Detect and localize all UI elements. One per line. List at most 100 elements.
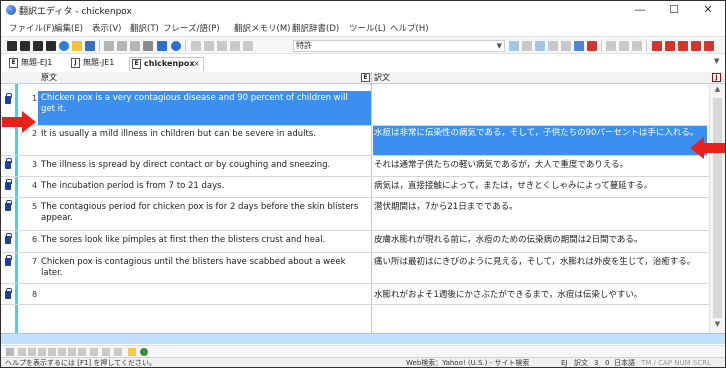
grid-icon[interactable] [90,348,98,356]
heart-icon[interactable] [587,41,597,51]
target-cell[interactable]: 水痘は非常に伝染性の病気である，そして，子供たちの90パーセントは手に入れる。 [374,128,709,139]
stop-icon[interactable] [243,41,253,51]
compare-icon[interactable] [68,348,76,356]
find-icon[interactable] [157,41,167,51]
web-search-icon[interactable] [665,41,675,51]
table-icon[interactable] [78,348,86,356]
lock-icon[interactable] [5,93,12,104]
menu-memory[interactable]: 翻訳メモリ(M) [234,22,290,34]
new-ej-icon[interactable] [7,41,17,51]
source-cell[interactable]: Chicken pox is contagious until the blis… [41,257,363,279]
ej-mode-icon[interactable] [128,348,136,356]
open-folder-icon[interactable] [72,41,82,51]
tab-untitled-je[interactable]: J 無題-JE1 [69,57,127,71]
menu-phrase[interactable]: フレーズ/語(P) [163,22,220,34]
menu-view[interactable]: 表示(V) [92,22,121,34]
panel-icon[interactable] [114,348,122,356]
paste-icon[interactable] [130,41,140,51]
refresh-icon[interactable] [140,348,148,356]
check-icon[interactable] [574,41,584,51]
target-cell[interactable]: 病気は，直接接触によって，または，せきとくしゃみによって蔓延する。 [374,181,709,192]
scroll-down-icon[interactable]: ▼ [710,320,725,332]
register-icon[interactable] [548,41,558,51]
cut-icon[interactable] [104,41,114,51]
row-number: 4 [31,181,38,190]
target-only-icon[interactable] [58,348,66,356]
lock-icon[interactable] [5,179,12,190]
help-icon[interactable] [171,41,181,51]
translate-sentence-icon[interactable] [217,41,227,51]
menu-help[interactable]: ヘルプ(H) [390,22,429,34]
layout-v-icon[interactable] [38,348,46,356]
tab-chickenpox[interactable]: E chickenpox × [129,57,204,71]
lock-icon[interactable] [5,255,12,266]
source-only-icon[interactable] [48,348,56,356]
book-icon[interactable] [678,41,688,51]
key-indicators: TM / CAP NUM SCRL [641,359,711,367]
source-cell[interactable]: Chicken pox is a very contagious disease… [41,93,363,115]
minimize-button[interactable]: — [623,1,657,19]
source-cell[interactable]: The incubation period is from 7 to 21 da… [41,181,363,192]
menu-translate[interactable]: 翻訳(T) [130,22,159,34]
source-cell[interactable]: The sores look like pimples at first the… [41,235,363,246]
lock-icon[interactable] [5,158,12,169]
list-icon[interactable] [102,348,110,356]
web-dict-icon[interactable] [652,41,662,51]
row-number: 6 [31,235,38,244]
target-cell[interactable]: 皮膚水膨れが現れる前に，水痘のための伝染病の期間は2日間である。 [374,235,709,246]
lock-icon[interactable] [5,288,12,299]
tab-label: chickenpox [144,59,195,68]
warning-icon[interactable] [6,348,14,356]
mode-indicator: EJ [561,359,568,367]
copy-icon[interactable] [117,41,127,51]
lock-icon[interactable] [5,233,12,244]
prev-sentence-icon[interactable] [191,41,201,51]
layout-h-icon[interactable] [28,348,36,356]
horizontal-scrollbar[interactable] [1,333,725,344]
new-je-icon[interactable] [20,41,30,51]
user-dict-icon[interactable] [522,41,532,51]
translate-ej-icon[interactable] [33,41,43,51]
translation-grid: 原文 E 訳文 J 1 Chicken pox is a very contag… [1,72,725,344]
row-number: 3 [31,160,38,169]
menu-edit[interactable]: 編集(E) [54,22,83,34]
source-cell[interactable]: The illness is spread by direct contact … [41,160,363,171]
maximize-button[interactable]: ☐ [657,1,691,19]
source-cell[interactable]: It is usually a mild illness in children… [41,129,363,140]
undo-icon[interactable] [143,41,153,51]
menu-tools[interactable]: ツール(L) [349,22,386,34]
translate-je-icon[interactable] [46,41,56,51]
align-icon[interactable] [561,41,571,51]
target-cell[interactable]: それは通常子供たちの軽い病気であるが，大人で重度でありえる。 [374,160,709,171]
menu-file[interactable]: ファイル(F) [9,22,55,34]
dictionary-icon[interactable] [509,41,519,51]
target-cell[interactable]: 痛い所は最初はにきびのように見える，そして，水膨れは外皮を生じて，治癒する。 [374,257,709,268]
close-button[interactable]: ✕ [691,1,725,19]
scrollbar-thumb[interactable] [713,98,722,318]
person-icon[interactable] [691,41,701,51]
target-cell[interactable]: 水膨れがおよそ1週後にかさぶたができるまで，水痘は伝染しやすい。 [374,290,709,301]
options-icon[interactable] [704,41,714,51]
memory-icon[interactable] [535,41,545,51]
layout-icon[interactable] [619,41,629,51]
globe-icon[interactable] [59,41,69,51]
source-cell[interactable]: The contagious period for chicken pox is… [41,202,363,224]
save-icon[interactable] [85,41,95,51]
lock-icon[interactable] [5,200,12,211]
next-sentence-icon[interactable] [204,41,214,51]
split-icon[interactable] [18,348,26,356]
scroll-up-icon[interactable]: ▲ [710,85,725,97]
arrow-left-icon [690,137,725,159]
tabs-dropdown-icon[interactable]: ▼ [714,57,719,65]
window-icon[interactable] [632,41,642,51]
vertical-scrollbar[interactable]: ▲ ▼ [709,84,725,333]
tab-untitled-ej[interactable]: E 無題-EJ1 [7,57,67,71]
dictionary-select[interactable]: 特許 ▼ [293,40,505,52]
target-cell[interactable]: 潜伏期間は，7から21日までである。 [374,202,709,213]
translate-all-icon[interactable] [230,41,240,51]
web-search-status[interactable]: Web検索：Yahoo! (U.S.) - サイト検索 [406,358,529,367]
close-tab-icon[interactable]: × [193,58,200,70]
menu-dictionary[interactable]: 翻訳辞書(D) [292,22,339,34]
app-window: 翻訳エディタ - chickenpox — ☐ ✕ ファイル(F) 編集(E) … [0,0,726,368]
print-icon[interactable] [606,41,616,51]
